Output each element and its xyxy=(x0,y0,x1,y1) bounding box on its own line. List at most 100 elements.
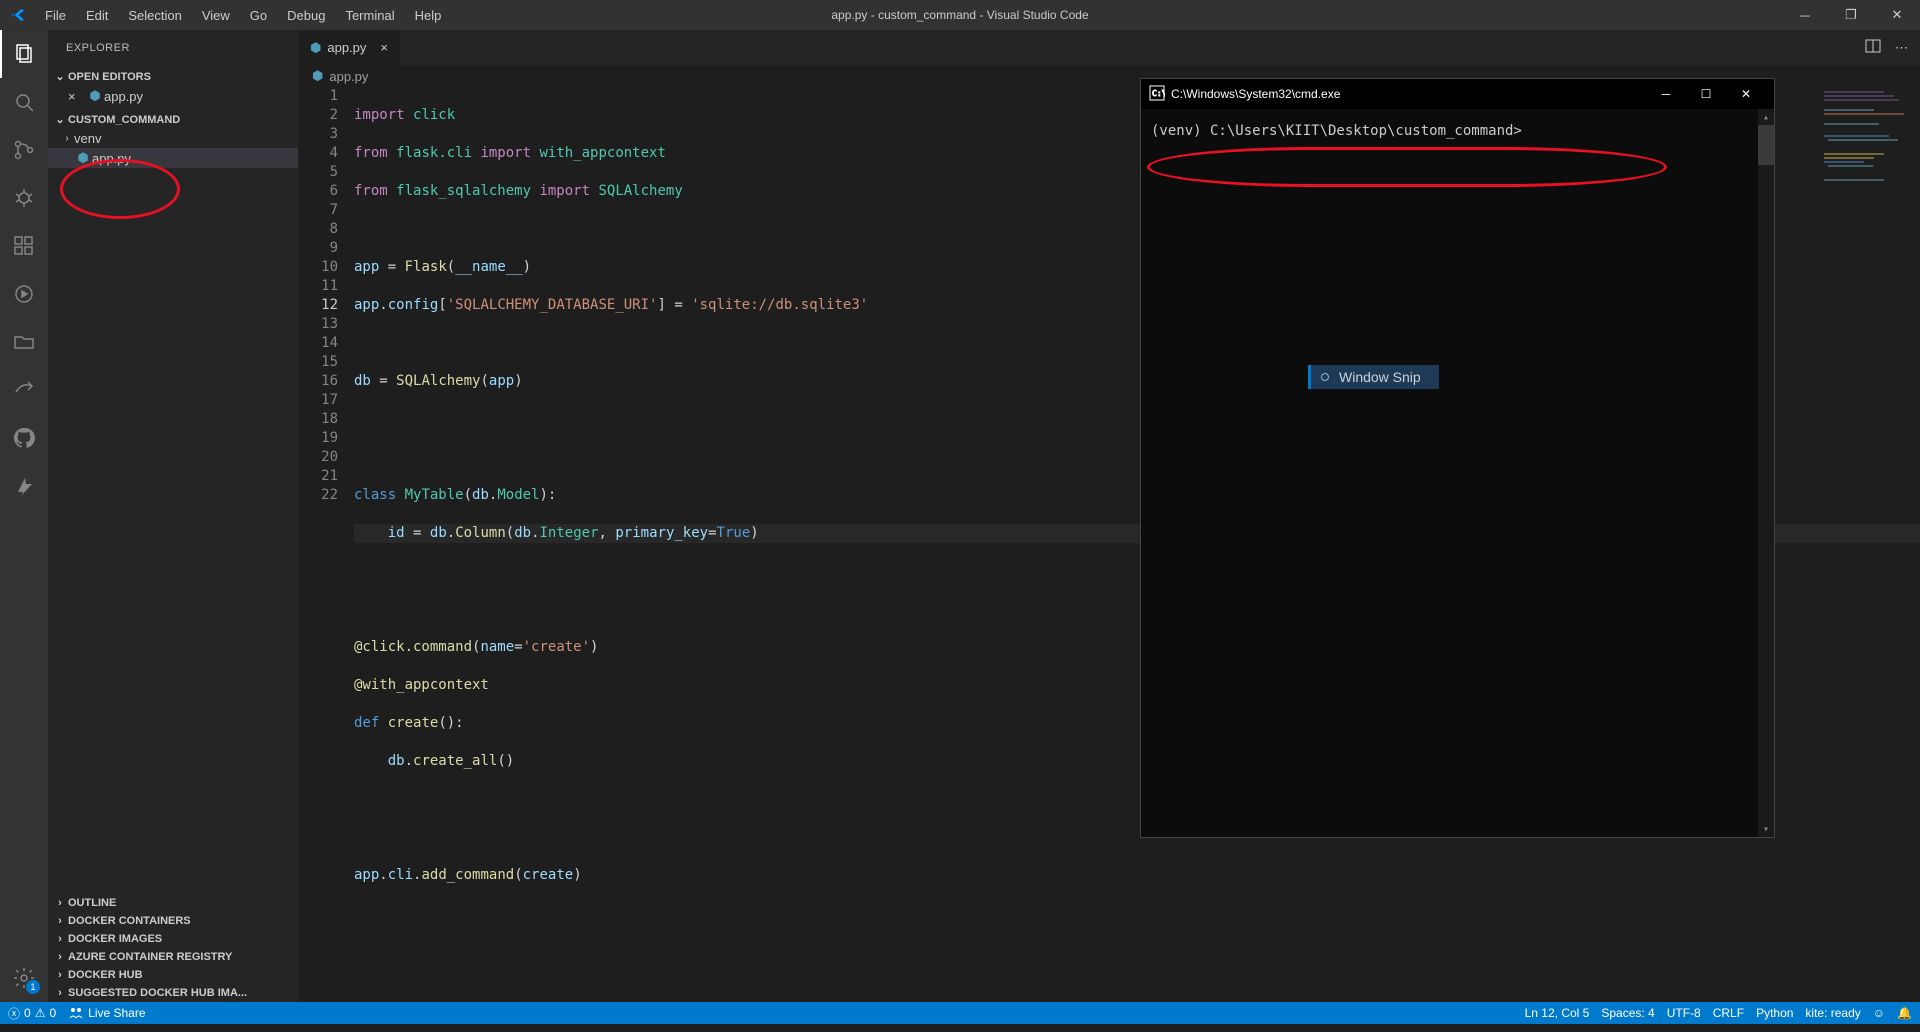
chevron-right-icon: › xyxy=(52,915,68,927)
project-header[interactable]: ⌄CUSTOM_COMMAND xyxy=(48,110,298,129)
chevron-right-icon: › xyxy=(52,969,68,981)
live-share-label: Live Share xyxy=(88,1006,145,1020)
docker-images-header[interactable]: ›DOCKER IMAGES xyxy=(48,930,298,948)
collapsed-label: DOCKER IMAGES xyxy=(68,933,162,945)
cmd-minimize-button[interactable]: ─ xyxy=(1646,87,1686,101)
close-button[interactable]: ✕ xyxy=(1874,0,1920,30)
folder-label: venv xyxy=(74,131,101,146)
open-editors-header[interactable]: ⌄OPEN EDITORS xyxy=(48,67,298,86)
open-editors-label: OPEN EDITORS xyxy=(68,71,151,83)
status-feedback-icon[interactable]: ☺ xyxy=(1873,1006,1885,1020)
outline-header[interactable]: ›OUTLINE xyxy=(48,894,298,912)
cmd-body[interactable]: (venv) C:\Users\KIIT\Desktop\custom_comm… xyxy=(1141,109,1774,837)
menu-debug[interactable]: Debug xyxy=(277,2,335,29)
snip-tooltip: Window Snip xyxy=(1308,365,1439,389)
cmd-icon: C:\ xyxy=(1149,85,1165,104)
status-eol[interactable]: CRLF xyxy=(1713,1006,1744,1020)
cmd-titlebar[interactable]: C:\ C:\Windows\System32\cmd.exe ─ ☐ ✕ xyxy=(1141,79,1774,109)
menu-view[interactable]: View xyxy=(192,2,240,29)
scroll-down-icon[interactable]: ▾ xyxy=(1758,821,1774,837)
scroll-thumb[interactable] xyxy=(1758,125,1774,165)
sidebar-title: EXPLORER xyxy=(48,30,298,65)
line-gutter: 12345678910111213141516171819202122 xyxy=(298,87,354,1002)
scroll-up-icon[interactable]: ▴ xyxy=(1758,109,1774,125)
menu-help[interactable]: Help xyxy=(405,2,452,29)
menu-go[interactable]: Go xyxy=(240,2,277,29)
menu-edit[interactable]: Edit xyxy=(76,2,118,29)
source-control-icon[interactable] xyxy=(0,126,48,174)
file-label: app.py xyxy=(92,151,131,166)
menu-file[interactable]: File xyxy=(35,2,76,29)
collapsed-label: OUTLINE xyxy=(68,897,116,909)
snip-dot-icon xyxy=(1321,373,1329,381)
chevron-right-icon: › xyxy=(60,133,74,144)
chevron-right-icon: › xyxy=(52,933,68,945)
status-kite[interactable]: kite: ready xyxy=(1805,1006,1860,1020)
status-bell-icon[interactable]: 🔔 xyxy=(1897,1006,1912,1020)
open-editor-label: app.py xyxy=(104,89,143,104)
menu-selection[interactable]: Selection xyxy=(118,2,191,29)
close-icon[interactable]: × xyxy=(68,89,86,104)
snip-label: Window Snip xyxy=(1339,369,1421,385)
python-file-icon: ⬢ xyxy=(86,88,104,104)
search-icon[interactable] xyxy=(0,78,48,126)
chevron-down-icon: ⌄ xyxy=(52,70,68,83)
python-file-icon: ⬢ xyxy=(312,68,323,84)
status-spaces[interactable]: Spaces: 4 xyxy=(1601,1006,1654,1020)
vscode-logo-icon xyxy=(0,7,35,23)
status-cursor[interactable]: Ln 12, Col 5 xyxy=(1525,1006,1590,1020)
collapsed-label: SUGGESTED DOCKER HUB IMA... xyxy=(68,987,247,999)
docker-containers-header[interactable]: ›DOCKER CONTAINERS xyxy=(48,912,298,930)
status-language[interactable]: Python xyxy=(1756,1006,1793,1020)
collapsed-label: AZURE CONTAINER REGISTRY xyxy=(68,951,232,963)
status-encoding[interactable]: UTF-8 xyxy=(1667,1006,1701,1020)
status-live-share[interactable]: Live Share xyxy=(68,1005,145,1021)
collapsed-label: DOCKER HUB xyxy=(68,969,143,981)
tab-label: app.py xyxy=(327,40,366,55)
cmd-maximize-button[interactable]: ☐ xyxy=(1686,87,1726,101)
minimap[interactable] xyxy=(1820,87,1920,287)
python-file-icon: ⬢ xyxy=(310,40,321,56)
folder-icon[interactable] xyxy=(0,318,48,366)
status-errors[interactable]: ⓧ 0 ⚠ 0 xyxy=(8,1005,56,1022)
minimize-button[interactable]: ─ xyxy=(1782,0,1828,30)
svg-text:C:\: C:\ xyxy=(1152,89,1165,98)
maximize-button[interactable]: ❐ xyxy=(1828,0,1874,30)
azure-registry-header[interactable]: ›AZURE CONTAINER REGISTRY xyxy=(48,948,298,966)
cmd-close-button[interactable]: ✕ xyxy=(1726,87,1766,101)
azure-icon[interactable] xyxy=(0,462,48,510)
github-icon[interactable] xyxy=(0,414,48,462)
collapsed-label: DOCKER CONTAINERS xyxy=(68,915,191,927)
suggested-docker-header[interactable]: ›SUGGESTED DOCKER HUB IMA... xyxy=(48,984,298,1002)
docker-hub-header[interactable]: ›DOCKER HUB xyxy=(48,966,298,984)
error-count: 0 xyxy=(24,1006,31,1020)
tab-app-py[interactable]: ⬢ app.py × xyxy=(298,30,401,65)
chevron-right-icon: › xyxy=(52,987,68,999)
chevron-right-icon: › xyxy=(52,951,68,963)
sidebar: EXPLORER ⌄OPEN EDITORS × ⬢ app.py ⌄CUSTO… xyxy=(48,30,298,1002)
more-icon[interactable]: ⋯ xyxy=(1895,40,1908,56)
chevron-right-icon: › xyxy=(52,897,68,909)
share-icon[interactable] xyxy=(0,366,48,414)
status-bar: ⓧ 0 ⚠ 0 Live Share Ln 12, Col 5 Spaces: … xyxy=(0,1002,1920,1024)
explorer-icon[interactable] xyxy=(0,30,48,78)
menu-bar: File Edit Selection View Go Debug Termin… xyxy=(35,2,451,29)
debug-icon[interactable] xyxy=(0,174,48,222)
file-item-app-py[interactable]: ⬢ app.py xyxy=(48,148,298,168)
project-label: CUSTOM_COMMAND xyxy=(68,114,180,126)
menu-terminal[interactable]: Terminal xyxy=(335,2,404,29)
split-editor-icon[interactable] xyxy=(1865,38,1881,57)
live-share-icon[interactable] xyxy=(0,270,48,318)
python-file-icon: ⬢ xyxy=(74,150,92,166)
close-icon[interactable]: × xyxy=(380,40,388,55)
folder-item-venv[interactable]: › venv xyxy=(48,129,298,148)
cmd-scrollbar[interactable]: ▴ ▾ xyxy=(1758,109,1774,837)
settings-icon[interactable]: 1 xyxy=(0,954,48,1002)
titlebar: File Edit Selection View Go Debug Termin… xyxy=(0,0,1920,30)
annotation-circle xyxy=(1147,147,1667,187)
window-controls: ─ ❐ ✕ xyxy=(1782,0,1920,30)
open-editor-item[interactable]: × ⬢ app.py xyxy=(48,86,298,106)
extensions-icon[interactable] xyxy=(0,222,48,270)
cmd-window: C:\ C:\Windows\System32\cmd.exe ─ ☐ ✕ (v… xyxy=(1140,78,1775,838)
settings-badge: 1 xyxy=(26,980,40,994)
